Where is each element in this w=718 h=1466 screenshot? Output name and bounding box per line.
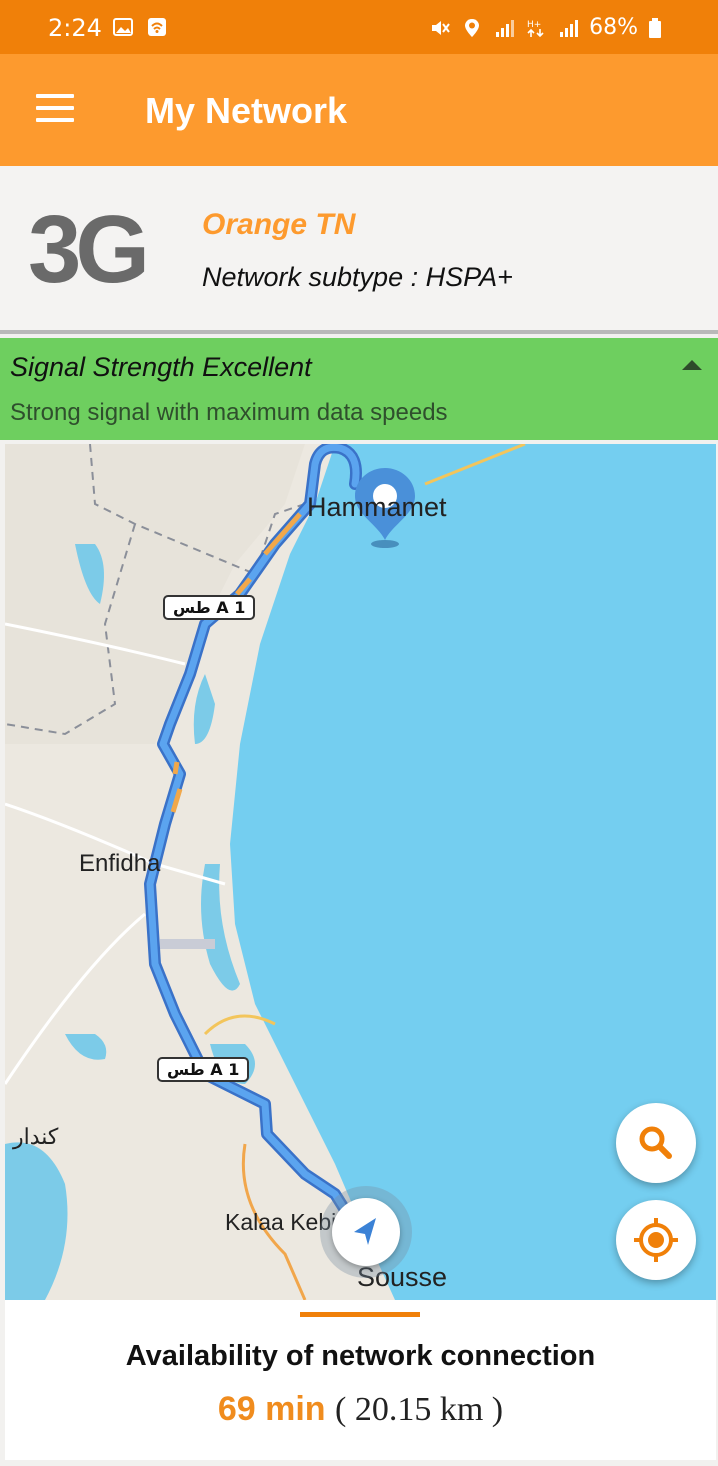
availability-duration: 69 min — [217, 1390, 326, 1428]
location-icon — [461, 17, 483, 39]
map-label-kondar: كندار — [13, 1124, 59, 1149]
status-time: 2:24 — [48, 14, 102, 42]
search-button[interactable] — [616, 1103, 696, 1183]
gallery-icon — [112, 16, 134, 38]
battery-icon — [648, 17, 670, 39]
map-label-hammamet: Hammamet — [307, 492, 447, 522]
my-location-icon — [634, 1218, 678, 1262]
signal-heading: Signal Strength Excellent — [10, 352, 312, 382]
signal-strength-panel[interactable]: Signal Strength Excellent Strong signal … — [0, 338, 718, 440]
signal-description: Strong signal with maximum data speeds — [10, 399, 448, 426]
battery-percentage: 68% — [589, 15, 638, 40]
availability-sheet: Availability of network connection 69 mi… — [5, 1300, 716, 1460]
hamburger-menu-icon[interactable] — [36, 94, 76, 126]
collapse-arrow-icon[interactable] — [682, 360, 702, 370]
signal-icon — [493, 17, 515, 39]
wifi-calling-icon — [146, 16, 168, 38]
network-info-card: 3G Orange TN Network subtype : HSPA+ — [0, 166, 718, 334]
availability-label: Availability of network connection — [125, 1340, 596, 1372]
route-map[interactable]: Hammamet Enfidha كندار Kalaa Kebira Sous… — [5, 444, 716, 1300]
availability-value: 69 min ( 20.15 km ) — [5, 1390, 716, 1429]
navigation-arrow-icon[interactable] — [332, 1198, 400, 1266]
map-label-enfidha: Enfidha — [79, 850, 161, 877]
operator-name: Orange TN — [202, 208, 356, 241]
signal-icon — [557, 17, 579, 39]
data-icon: H+ — [525, 17, 547, 39]
status-bar: 2:24 H+ 68% — [0, 0, 718, 54]
road-shield: طس A 1 — [157, 1057, 250, 1082]
svg-text:H+: H+ — [527, 20, 541, 30]
mute-icon — [429, 17, 451, 39]
availability-distance: ( 20.15 km ) — [335, 1391, 504, 1428]
network-generation: 3G — [28, 196, 150, 303]
app-bar: My Network — [0, 54, 718, 166]
road-shield: طس A 1 — [163, 595, 256, 620]
sheet-handle[interactable] — [300, 1312, 420, 1317]
network-subtype: Network subtype : HSPA+ — [202, 262, 513, 292]
my-location-button[interactable] — [616, 1200, 696, 1280]
page-title: My Network — [145, 90, 348, 131]
search-icon — [639, 1126, 672, 1159]
